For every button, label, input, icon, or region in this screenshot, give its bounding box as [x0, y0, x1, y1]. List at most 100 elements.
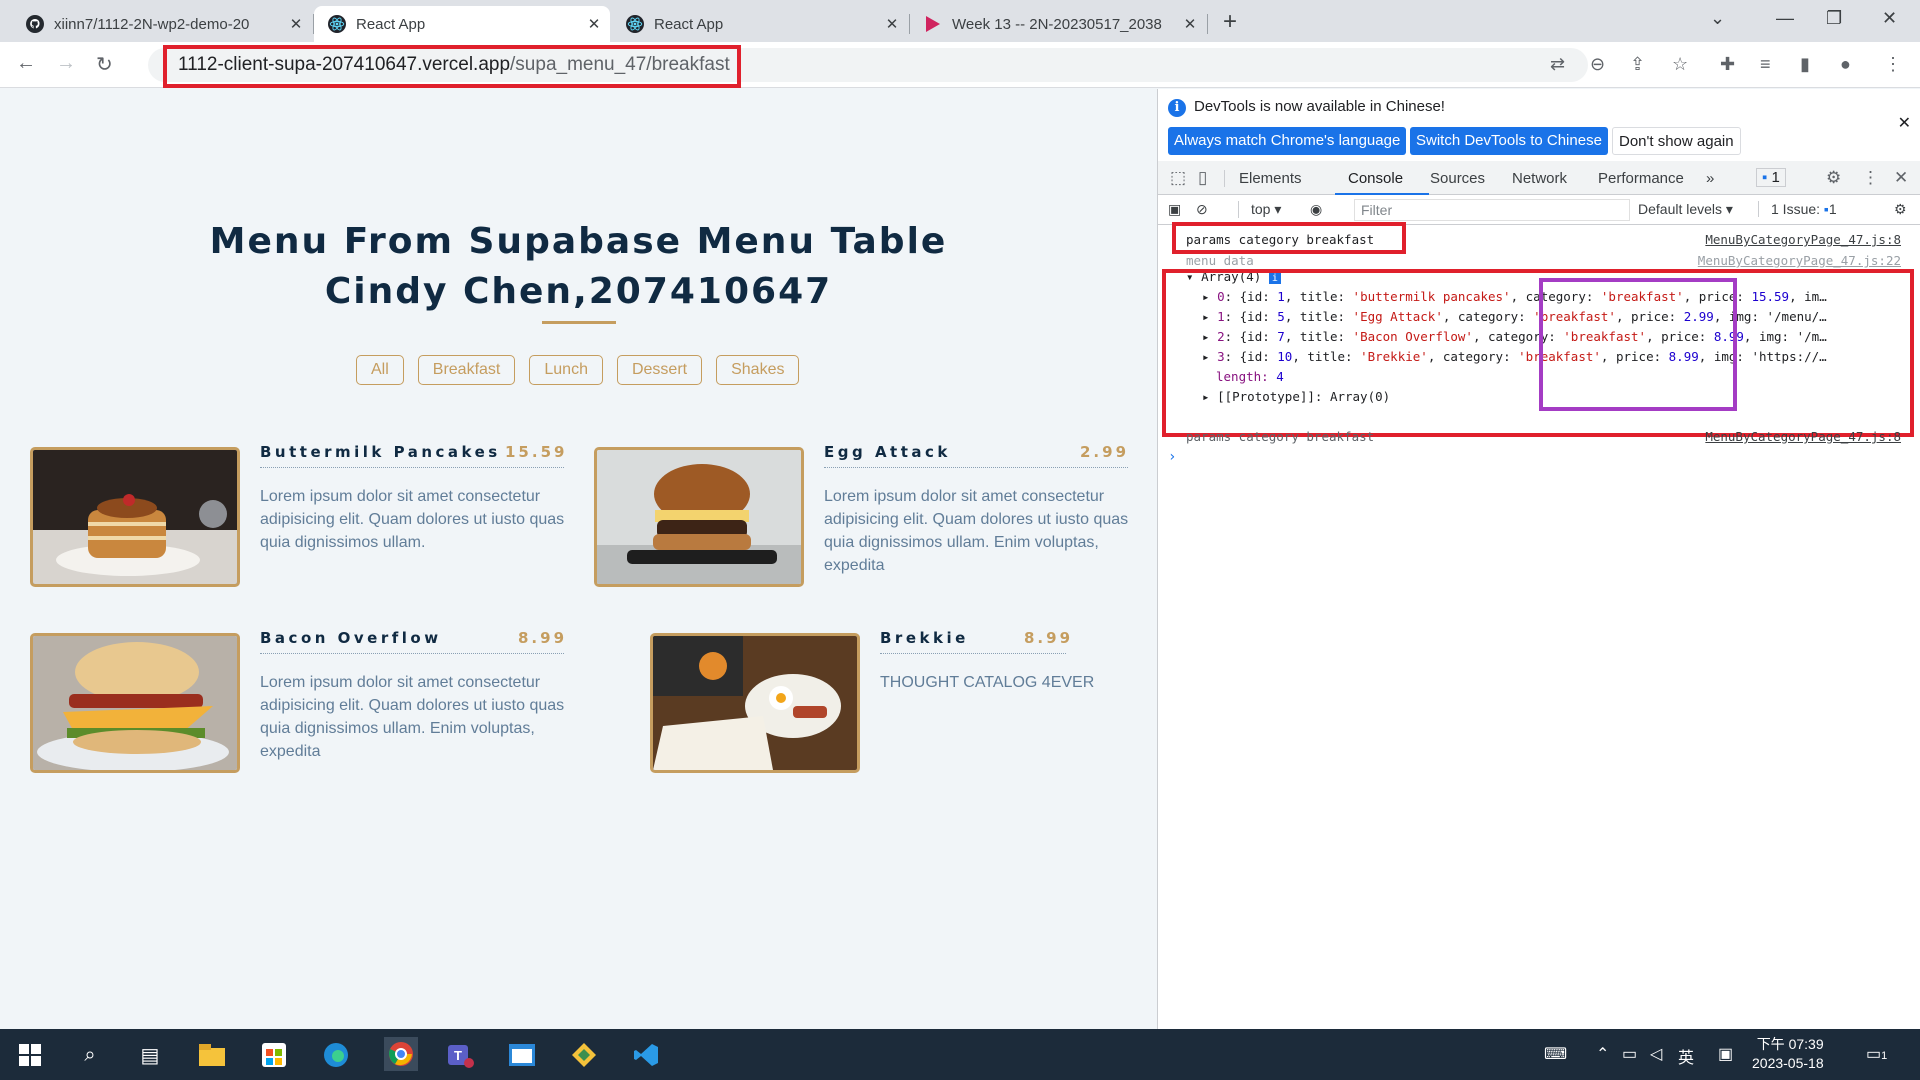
volume-muted-icon[interactable]: ◁	[1650, 1044, 1662, 1064]
log-levels-value: Default levels	[1638, 201, 1723, 217]
inspect-element-icon[interactable]: ⬚	[1170, 168, 1186, 188]
notification-count: 1	[1881, 1050, 1888, 1062]
edge-icon[interactable]	[322, 1041, 350, 1069]
restore-icon[interactable]: ❐	[1826, 8, 1842, 29]
close-tab-icon[interactable]: ✕	[1180, 15, 1200, 33]
category-filters: All Breakfast Lunch Dessert Shakes	[356, 355, 800, 385]
settings-gear-icon[interactable]: ⚙	[1826, 168, 1841, 188]
tab-elements[interactable]: Elements	[1224, 170, 1302, 187]
tab-sources[interactable]: Sources	[1430, 170, 1485, 187]
media-icon[interactable]: ≡	[1760, 54, 1771, 75]
browser-tab-bar: xiinn7/1112-2N-wp2-demo-20 ✕ React App ✕…	[0, 0, 1920, 42]
new-tab-button[interactable]: +	[1223, 8, 1237, 36]
side-panel-icon[interactable]: ▮	[1800, 54, 1810, 75]
ime-indicator[interactable]: 英	[1678, 1044, 1694, 1068]
tray-chevron-icon[interactable]: ⌃	[1596, 1044, 1609, 1064]
devtools-panel: i DevTools is now available in Chinese! …	[1157, 89, 1920, 1029]
item-price: 15.59	[505, 443, 568, 461]
params-highlight-box	[1172, 222, 1406, 254]
browser-tab[interactable]: Week 13 -- 2N-20230517_2038 ✕	[910, 6, 1206, 42]
tab-search-chevron-icon[interactable]: ⌄	[1710, 8, 1725, 29]
log-source-link[interactable]: MenuByCategoryPage_47.js:8	[1705, 429, 1901, 444]
device-toggle-icon[interactable]: ▯	[1198, 168, 1207, 188]
web-page: Menu From Supabase Menu Table Cindy Chen…	[0, 89, 1157, 1029]
item-name: Bacon Overflow	[260, 629, 442, 647]
live-expression-eye-icon[interactable]: ◉	[1310, 201, 1322, 218]
back-icon[interactable]: ←	[16, 52, 36, 75]
filter-all-button[interactable]: All	[356, 355, 404, 385]
file-explorer-icon[interactable]	[198, 1041, 226, 1069]
chrome-icon[interactable]	[384, 1037, 418, 1071]
zoom-icon[interactable]: ⊖	[1590, 54, 1605, 75]
share-icon[interactable]: ⇪	[1630, 54, 1645, 75]
search-icon[interactable]: ⌕	[76, 1041, 104, 1069]
dont-show-again-button[interactable]: Don't show again	[1612, 127, 1741, 155]
devtools-menu-icon[interactable]: ⋮	[1862, 168, 1879, 188]
browser-tab-active[interactable]: React App ✕	[314, 6, 610, 42]
banner-close-icon[interactable]: ✕	[1898, 113, 1911, 133]
windows-start-icon[interactable]	[16, 1041, 44, 1069]
console-output: params category breakfast MenuByCategory…	[1158, 222, 1920, 1029]
tab-title: Week 13 -- 2N-20230517_2038	[952, 15, 1162, 33]
teams-icon[interactable]: T	[446, 1041, 474, 1069]
tab-console[interactable]: Console	[1348, 170, 1403, 187]
page-title-line1: Menu From Supabase Menu Table	[209, 221, 948, 262]
issues-count-button[interactable]: 1 Issue: ▪1	[1758, 201, 1837, 217]
close-tab-icon[interactable]: ✕	[286, 15, 306, 33]
issues-badge[interactable]: ▪ 1	[1756, 168, 1786, 187]
notification-icon[interactable]: ▭1	[1866, 1044, 1887, 1064]
log-source-link[interactable]: MenuByCategoryPage_47.js:22	[1698, 253, 1901, 268]
github-icon	[26, 15, 44, 33]
switch-to-chinese-button[interactable]: Switch DevTools to Chinese	[1410, 127, 1608, 155]
profile-avatar-icon[interactable]: ●	[1840, 54, 1851, 75]
window-close-icon[interactable]: ✕	[1882, 8, 1897, 29]
sidebar-toggle-icon[interactable]: ▣	[1168, 201, 1181, 218]
task-view-icon[interactable]: ▤	[136, 1041, 164, 1069]
context-select[interactable]: top ▾	[1238, 201, 1281, 218]
react-icon	[328, 15, 346, 33]
item-description: THOUGHT CATALOG 4EVER	[880, 674, 1095, 691]
system-clock[interactable]: 下午 07:39 2023-05-18	[1752, 1035, 1824, 1073]
browser-tab[interactable]: React App ✕	[612, 6, 908, 42]
console-filter-input[interactable]: Filter	[1354, 199, 1630, 221]
category-highlight-box	[1539, 278, 1737, 411]
reload-icon[interactable]: ↻	[96, 52, 113, 77]
clear-console-icon[interactable]: ⊘	[1196, 201, 1208, 218]
page-title-line2: Cindy Chen,207410647	[324, 271, 833, 312]
network-icon[interactable]: ▭	[1622, 1044, 1637, 1064]
vscode-icon[interactable]	[632, 1041, 660, 1069]
app-window-icon[interactable]	[508, 1041, 536, 1069]
keyboard-icon[interactable]: ⌨	[1544, 1044, 1567, 1064]
filter-dessert-button[interactable]: Dessert	[616, 355, 703, 385]
close-tab-icon[interactable]: ✕	[584, 15, 604, 33]
devtools-close-icon[interactable]: ✕	[1894, 168, 1908, 188]
forward-icon[interactable]: →	[56, 52, 76, 75]
filter-shakes-button[interactable]: Shakes	[716, 355, 800, 385]
log-source-link[interactable]: MenuByCategoryPage_47.js:8	[1705, 232, 1901, 247]
ime-mode-icon[interactable]: ▣	[1718, 1044, 1733, 1064]
tab-performance[interactable]: Performance	[1598, 170, 1684, 187]
browser-toolbar: ← → ↻ 1112-client-supa-207410647.vercel.…	[0, 42, 1920, 88]
browser-tab[interactable]: xiinn7/1112-2N-wp2-demo-20 ✕	[12, 6, 312, 42]
minimize-icon[interactable]: —	[1776, 8, 1794, 29]
menu-kebab-icon[interactable]: ⋮	[1884, 54, 1902, 75]
git-app-icon[interactable]	[570, 1041, 598, 1069]
filter-lunch-button[interactable]: Lunch	[529, 355, 603, 385]
tab-network[interactable]: Network	[1512, 170, 1567, 187]
console-prompt-icon[interactable]: ›	[1168, 449, 1176, 465]
item-name: Egg Attack	[824, 443, 951, 461]
microsoft-store-icon[interactable]	[260, 1041, 288, 1069]
bookmark-star-icon[interactable]: ☆	[1672, 54, 1688, 75]
item-description: Lorem ipsum dolor sit amet consectetur a…	[260, 674, 565, 760]
close-tab-icon[interactable]: ✕	[882, 15, 902, 33]
translate-icon[interactable]: ⇄	[1550, 54, 1565, 75]
filter-breakfast-button[interactable]: Breakfast	[417, 355, 516, 385]
log-levels-select[interactable]: Default levels ▾	[1638, 201, 1733, 218]
title-underline	[542, 321, 616, 324]
match-language-button[interactable]: Always match Chrome's language	[1168, 127, 1407, 155]
console-settings-icon[interactable]: ⚙	[1894, 201, 1907, 218]
more-tabs-icon[interactable]: »	[1706, 170, 1714, 187]
item-description: Lorem ipsum dolor sit amet consectetur a…	[260, 488, 565, 551]
log-message: params category breakfast	[1186, 429, 1375, 444]
extensions-icon[interactable]: ✚	[1720, 54, 1735, 75]
